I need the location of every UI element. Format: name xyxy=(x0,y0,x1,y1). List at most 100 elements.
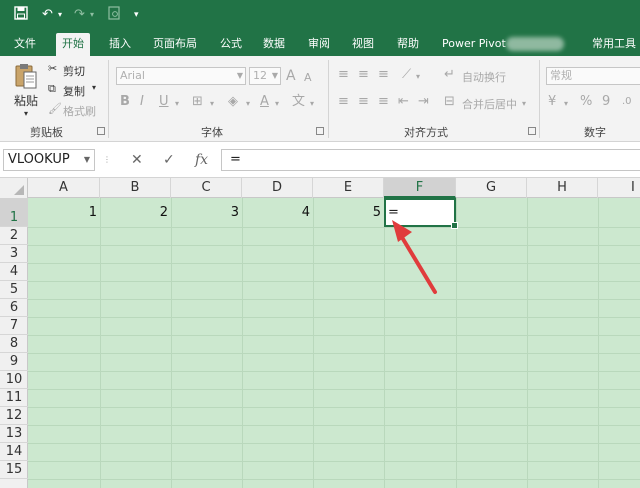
undo-icon[interactable]: ↶ xyxy=(42,6,53,24)
cancel-icon[interactable]: ✕ xyxy=(131,151,143,169)
name-box[interactable]: VLOOKUP ▼ xyxy=(3,149,95,171)
percent-button[interactable]: % xyxy=(580,94,592,110)
align-bottom-icon[interactable]: ≡ xyxy=(378,67,389,83)
shrink-font-button[interactable]: A xyxy=(304,70,312,86)
tab-file[interactable]: 文件 xyxy=(8,31,42,56)
row-header-6[interactable]: 6 xyxy=(0,299,28,317)
customize-quick-access-icon[interactable]: ▾ xyxy=(134,6,139,24)
font-size-combo[interactable]: 12 ▼ xyxy=(249,67,281,85)
accounting-format-icon[interactable]: ¥ xyxy=(548,94,556,110)
bold-button[interactable]: B xyxy=(120,94,130,110)
enter-icon[interactable]: ✓ xyxy=(163,151,175,169)
phonetic-icon[interactable]: 文 xyxy=(292,94,305,110)
align-middle-icon[interactable]: ≡ xyxy=(358,67,369,83)
row-header-3[interactable]: 3 xyxy=(0,245,28,263)
insert-function-icon[interactable]: fx xyxy=(195,151,208,169)
underline-button[interactable]: U xyxy=(159,94,169,110)
format-painter-icon[interactable]: 🖌 xyxy=(48,102,62,115)
orientation-dropdown-icon[interactable]: ▾ xyxy=(416,69,420,85)
tab-data[interactable]: 数据 xyxy=(257,31,291,56)
column-header-b[interactable]: B xyxy=(100,178,171,198)
format-painter-button[interactable]: 格式刷 xyxy=(63,103,96,119)
row-header-9[interactable]: 9 xyxy=(0,353,28,371)
cell-b1[interactable]: 2 xyxy=(100,198,171,227)
increase-decimal-icon[interactable]: .0 xyxy=(622,94,632,110)
underline-dropdown-icon[interactable]: ▾ xyxy=(175,96,179,112)
wrap-text-icon[interactable]: ↵ xyxy=(444,67,455,83)
save-icon[interactable] xyxy=(14,6,28,24)
row-header-10[interactable]: 10 xyxy=(0,371,28,389)
tab-review[interactable]: 审阅 xyxy=(302,31,336,56)
row-header-14[interactable]: 14 xyxy=(0,443,28,461)
column-header-a[interactable]: A xyxy=(28,178,100,198)
copy-button[interactable]: 复制 xyxy=(63,83,85,99)
align-center-icon[interactable]: ≡ xyxy=(358,94,369,110)
row-header-12[interactable]: 12 xyxy=(0,407,28,425)
paste-button[interactable]: 粘贴 xyxy=(14,92,38,109)
align-left-icon[interactable]: ≡ xyxy=(338,94,349,110)
cell-d1[interactable]: 4 xyxy=(242,198,313,227)
tab-power-pivot[interactable]: Power Pivot xyxy=(436,31,512,56)
paste-icon[interactable] xyxy=(14,62,38,93)
row-header-2[interactable]: 2 xyxy=(0,227,28,245)
accounting-dropdown-icon[interactable]: ▾ xyxy=(564,96,568,112)
tab-page-layout[interactable]: 页面布局 xyxy=(147,31,203,56)
tab-home[interactable]: 开始 xyxy=(56,33,90,56)
align-right-icon[interactable]: ≡ xyxy=(378,94,389,110)
clipboard-launcher-icon[interactable] xyxy=(97,127,105,135)
paste-dropdown-icon[interactable]: ▾ xyxy=(24,109,28,118)
tab-help[interactable]: 帮助 xyxy=(391,31,425,56)
orientation-icon[interactable]: ⟋ xyxy=(402,67,411,83)
cell-c1[interactable]: 3 xyxy=(171,198,242,227)
grow-font-button[interactable]: A xyxy=(286,68,296,84)
borders-dropdown-icon[interactable]: ▾ xyxy=(210,96,214,112)
merge-center-button[interactable]: 合并后居中 xyxy=(462,96,517,112)
tab-view[interactable]: 视图 xyxy=(346,31,380,56)
column-header-c[interactable]: C xyxy=(171,178,242,198)
italic-button[interactable]: I xyxy=(140,94,144,110)
column-header-d[interactable]: D xyxy=(242,178,313,198)
column-header-h[interactable]: H xyxy=(527,178,598,198)
font-name-combo[interactable]: Arial ▼ xyxy=(116,67,246,85)
print-preview-icon[interactable] xyxy=(108,6,121,24)
alignment-launcher-icon[interactable] xyxy=(528,127,536,135)
font-color-button[interactable]: A xyxy=(260,94,269,110)
column-header-f[interactable]: F xyxy=(384,178,456,198)
cut-icon[interactable]: ✂ xyxy=(48,62,57,75)
tab-common-tools[interactable]: 常用工具 xyxy=(586,31,640,56)
wrap-text-button[interactable]: 自动换行 xyxy=(462,69,506,85)
row-header-15[interactable]: 15 xyxy=(0,461,28,479)
row-header-7[interactable]: 7 xyxy=(0,317,28,335)
font-color-dropdown-icon[interactable]: ▾ xyxy=(275,96,279,112)
merge-dropdown-icon[interactable]: ▾ xyxy=(522,96,526,112)
column-header-g[interactable]: G xyxy=(456,178,527,198)
font-launcher-icon[interactable] xyxy=(316,127,324,135)
copy-dropdown-icon[interactable]: ▾ xyxy=(92,83,96,92)
cell-e1[interactable]: 5 xyxy=(313,198,384,227)
formula-input[interactable]: = xyxy=(221,149,640,171)
merge-center-icon[interactable]: ⊟ xyxy=(444,94,455,110)
fill-color-dropdown-icon[interactable]: ▾ xyxy=(246,96,250,112)
redo-icon[interactable]: ↷ xyxy=(74,6,85,24)
comma-style-button[interactable]: 9 xyxy=(602,94,610,110)
column-header-e[interactable]: E xyxy=(313,178,384,198)
cut-button[interactable]: 剪切 xyxy=(63,63,85,79)
undo-dropdown-icon[interactable]: ▾ xyxy=(58,6,62,24)
worksheet-grid[interactable]: A B C D E F G H I 1 2 3 4 5 6 7 8 9 10 1… xyxy=(0,178,640,488)
row-header-13[interactable]: 13 xyxy=(0,425,28,443)
tab-insert[interactable]: 插入 xyxy=(103,31,137,56)
select-all-corner[interactable] xyxy=(0,178,28,198)
increase-indent-icon[interactable]: ⇥ xyxy=(418,94,429,110)
tab-formulas[interactable]: 公式 xyxy=(214,31,248,56)
row-header-1[interactable]: 1 xyxy=(0,198,28,227)
borders-icon[interactable]: ⊞ xyxy=(192,94,203,110)
row-header-4[interactable]: 4 xyxy=(0,263,28,281)
row-header-11[interactable]: 11 xyxy=(0,389,28,407)
number-format-combo[interactable]: 常规 xyxy=(546,67,640,85)
phonetic-dropdown-icon[interactable]: ▾ xyxy=(310,96,314,112)
cell-a1[interactable]: 1 xyxy=(28,198,100,227)
redo-dropdown-icon[interactable]: ▾ xyxy=(90,6,94,24)
copy-icon[interactable]: ⧉ xyxy=(48,82,56,96)
fill-color-icon[interactable]: ◈ xyxy=(228,94,238,110)
align-top-icon[interactable]: ≡ xyxy=(338,67,349,83)
